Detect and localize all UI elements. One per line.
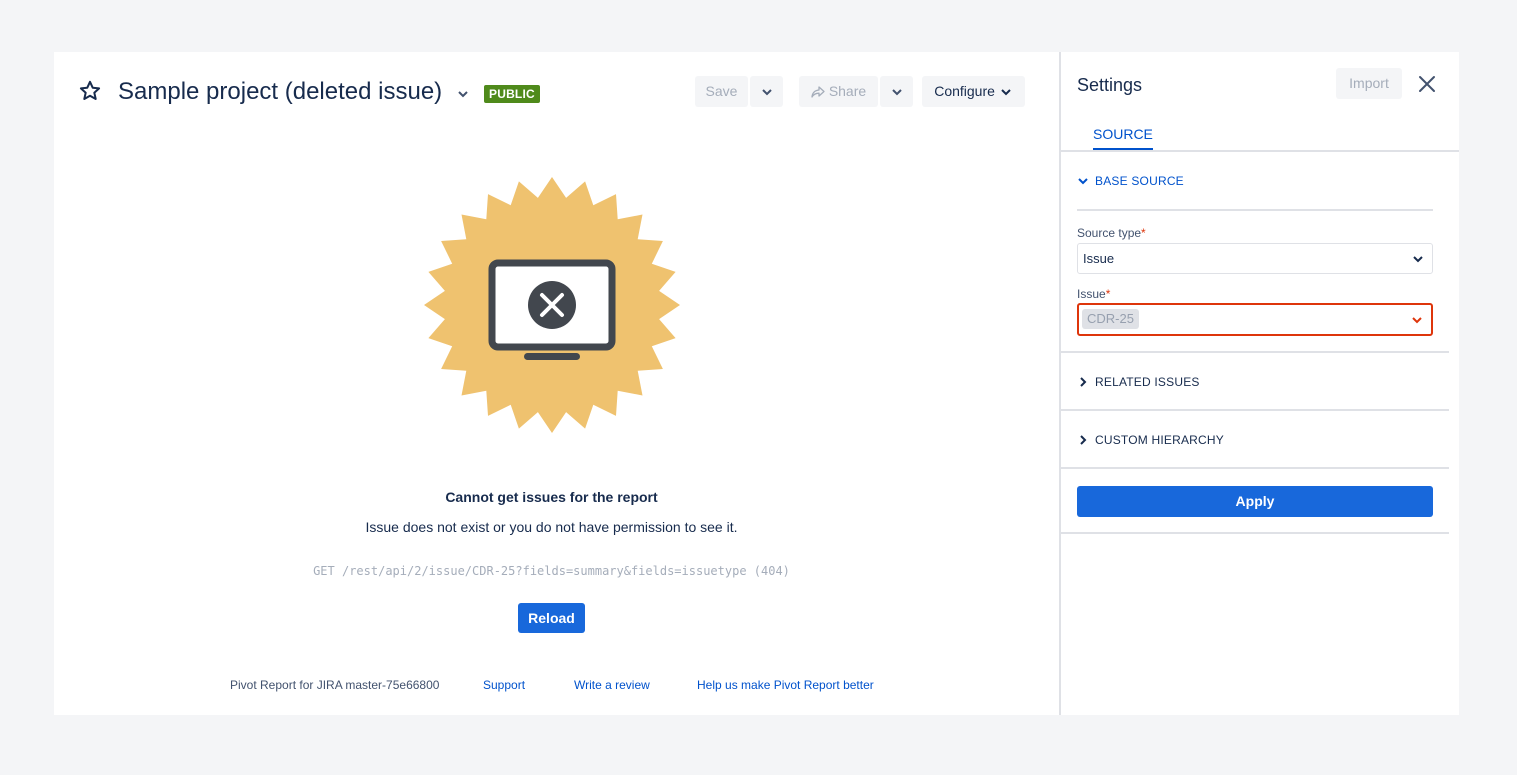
star-icon[interactable] [78,79,102,103]
report-panel: Sample project (deleted issue) PUBLIC Sa… [54,52,1059,715]
share-button[interactable]: Share [799,76,878,107]
monitor-error-icon [424,177,680,433]
source-type-label-text: Source type [1077,226,1142,240]
feedback-link[interactable]: Help us make Pivot Report better [697,678,874,692]
chevron-right-icon [1080,377,1087,387]
source-type-value: Issue [1083,251,1115,266]
related-issues-label: RELATED ISSUES [1095,375,1200,389]
error-request: GET /rest/api/2/issue/CDR-25?fields=summ… [313,564,790,578]
reload-button[interactable]: Reload [518,603,585,633]
share-label: Share [828,83,867,99]
base-source-toggle[interactable]: BASE SOURCE [1077,174,1184,188]
section-divider [1061,351,1449,353]
share-dropdown-button[interactable] [880,76,913,107]
source-type-label: Source type* [1077,226,1146,240]
tab-source[interactable]: SOURCE [1093,126,1153,150]
save-dropdown-button[interactable] [750,76,783,107]
chevron-right-icon [1080,435,1087,445]
write-review-link[interactable]: Write a review [574,678,650,692]
error-title: Cannot get issues for the report [445,489,658,505]
configure-label: Configure [934,83,995,99]
issue-select[interactable]: CDR-25 [1077,303,1433,336]
import-button[interactable]: Import [1336,68,1402,99]
page-title: Sample project (deleted issue) [118,78,443,105]
chevron-down-icon [1078,178,1088,185]
chevron-down-icon [891,89,902,96]
issue-chip[interactable]: CDR-25 [1082,309,1139,329]
error-message: Issue does not exist or you do not have … [365,519,738,535]
footer-version: Pivot Report for JIRA master-75e66800 [230,678,440,692]
issue-label: Issue* [1077,287,1110,301]
chevron-down-icon [1413,256,1423,263]
source-type-select[interactable]: Issue [1077,243,1433,274]
required-mark: * [1105,287,1111,301]
tabs-divider [1061,150,1459,152]
base-source-label: BASE SOURCE [1095,174,1184,188]
support-link[interactable]: Support [483,678,525,692]
close-icon[interactable] [1417,74,1437,94]
chevron-down-icon[interactable] [456,87,470,101]
public-badge: PUBLIC [484,85,540,103]
custom-hierarchy-toggle[interactable]: CUSTOM HIERARCHY [1077,433,1224,447]
chevron-down-icon [1001,89,1011,96]
save-button[interactable]: Save [695,76,748,107]
base-source-divider [1077,209,1433,211]
related-issues-toggle[interactable]: RELATED ISSUES [1077,375,1200,389]
configure-button[interactable]: Configure [922,76,1025,107]
issue-label-text: Issue [1077,287,1106,301]
apply-button[interactable]: Apply [1077,486,1433,517]
settings-panel: Settings Import SOURCE BASE SOURCE Sourc… [1059,52,1459,715]
chevron-down-icon [761,89,772,96]
section-divider [1061,532,1449,534]
share-icon [811,86,825,98]
custom-hierarchy-label: CUSTOM HIERARCHY [1095,433,1224,447]
section-divider [1061,467,1449,469]
chevron-down-icon [1412,317,1422,324]
required-mark: * [1141,226,1146,240]
settings-title: Settings [1077,75,1143,95]
section-divider [1061,409,1449,411]
